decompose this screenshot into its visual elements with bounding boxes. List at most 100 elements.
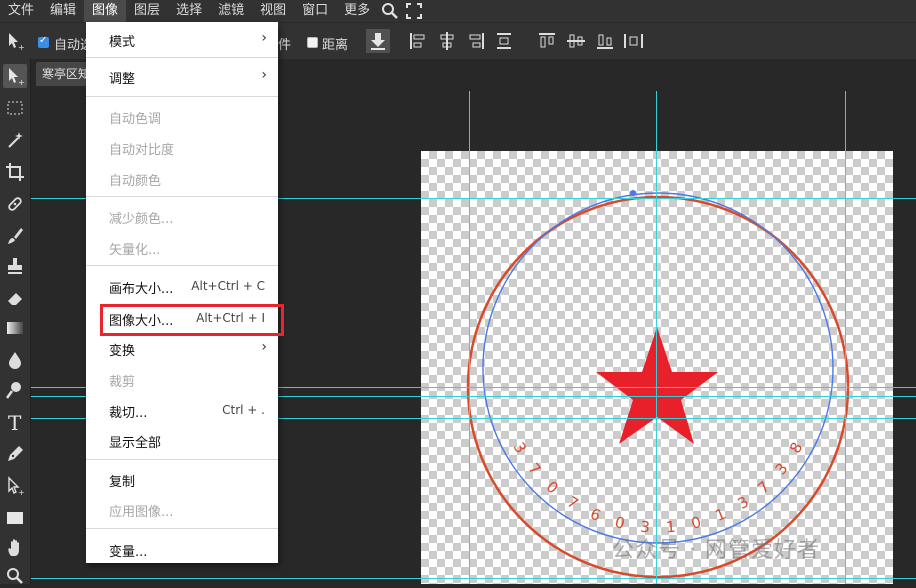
seal-star [596, 327, 718, 444]
move-tool-icon[interactable]: + [3, 64, 27, 88]
menu-view[interactable]: 视图 [252, 0, 294, 22]
distribute-v-icon[interactable] [494, 31, 514, 51]
align-middle-v-icon[interactable] [566, 31, 586, 51]
menu-item-label: 自动对比度 [109, 143, 175, 158]
path-selection-tool-icon[interactable]: + [3, 474, 27, 498]
menu-filter[interactable]: 滤镜 [210, 0, 252, 22]
distance-label: 距离 [322, 38, 349, 53]
stamp-tool-icon[interactable] [3, 254, 27, 278]
menu-item-label: 变换 [109, 344, 136, 359]
seal-digit: 3 [772, 459, 792, 478]
chevron-right-icon: › [261, 339, 267, 355]
seal-digit: 0 [689, 513, 703, 533]
chevron-right-icon: › [261, 67, 267, 83]
align-top-icon[interactable] [537, 31, 557, 51]
stamp-artwork: 37076 0 3 1 0 13738 [466, 190, 850, 579]
menu-divider [86, 459, 278, 460]
menu-item-label: 应用图像... [109, 505, 174, 520]
crop-tool-icon[interactable] [3, 160, 27, 184]
brush-tool-icon[interactable] [3, 224, 27, 248]
menu-item-reveal-all[interactable]: 显示全部 [86, 428, 278, 454]
menu-item-label: 变量... [109, 545, 148, 560]
menu-item-label: 矢量化... [109, 243, 161, 258]
menu-item-vectorize[interactable]: 矢量化... [86, 235, 278, 261]
type-tool-icon[interactable]: T [3, 410, 27, 434]
document-canvas[interactable]: 37076031013738 [421, 151, 893, 584]
menu-item-auto-color[interactable]: 自动颜色 [86, 166, 278, 192]
svg-text:+: + [18, 488, 25, 496]
move-tool-preset-icon[interactable]: + [3, 29, 27, 53]
distance-checkbox[interactable] [307, 37, 318, 48]
menu-more[interactable]: 更多 [336, 0, 378, 22]
distribute-h-icon[interactable] [623, 31, 643, 51]
menu-file[interactable]: 文件 [0, 0, 42, 22]
menu-item-label: 自动颜色 [109, 174, 162, 189]
menu-window[interactable]: 窗口 [294, 0, 336, 22]
vertical-guide[interactable] [469, 91, 470, 584]
menu-item-auto-tone[interactable]: 自动色调 [86, 104, 278, 130]
menu-item-shortcut: Ctrl + . [222, 403, 265, 417]
menu-item-variables[interactable]: 变量... [86, 537, 278, 563]
dodge-tool-icon[interactable] [3, 378, 27, 402]
menu-item-duplicate[interactable]: 复制 [86, 467, 278, 493]
gradient-tool-icon[interactable] [3, 316, 27, 340]
menu-item-apply-image[interactable]: 应用图像... [86, 497, 278, 523]
healing-brush-tool-icon[interactable] [3, 192, 27, 216]
menu-item-label: 显示全部 [109, 436, 162, 451]
menu-item-adjustments[interactable]: 调整 › [86, 64, 278, 90]
magic-wand-tool-icon[interactable] [3, 128, 27, 152]
menu-item-label: 裁剪 [109, 375, 136, 390]
menu-image[interactable]: 图像 [84, 0, 127, 22]
menu-item-mode[interactable]: 模式 › [86, 27, 278, 53]
seal-digit: 8 [786, 439, 806, 456]
hand-tool-icon[interactable] [3, 536, 27, 560]
menu-item-label: 裁切... [109, 406, 148, 421]
zoom-tool-icon[interactable] [3, 564, 27, 588]
align-bottom-icon[interactable] [595, 31, 615, 51]
menu-bar: 文件 编辑 图像 图层 选择 滤镜 视图 窗口 更多 [0, 0, 916, 22]
menu-item-label: 模式 [109, 35, 136, 50]
menu-item-reduce-colors[interactable]: 减少颜色... [86, 204, 278, 230]
menu-edit[interactable]: 编辑 [42, 0, 84, 22]
svg-text:T: T [8, 412, 22, 432]
document-tab[interactable]: 寒亭区知 [36, 62, 92, 86]
rectangle-tool-icon[interactable] [3, 506, 27, 530]
align-center-h-icon[interactable] [437, 31, 457, 51]
eraser-tool-icon[interactable] [3, 286, 27, 310]
seal-digit: 7 [564, 493, 582, 513]
pen-tool-icon[interactable] [3, 442, 27, 466]
menu-divider [86, 57, 278, 58]
menu-item-transform[interactable]: 变换 › [86, 336, 278, 362]
show-transform-label: 件 [278, 38, 292, 53]
menu-item-label: 减少颜色... [109, 212, 174, 227]
horizontal-guide[interactable] [31, 578, 916, 579]
align-right-icon[interactable] [466, 31, 486, 51]
fullscreen-icon[interactable] [402, 0, 426, 22]
svg-text:+: + [18, 78, 25, 86]
download-icon[interactable] [366, 29, 390, 53]
menu-item-label: 调整 [109, 72, 136, 87]
menu-item-canvas-size[interactable]: 画布大小... Alt+Ctrl + C [86, 274, 278, 300]
marquee-tool-icon[interactable] [3, 96, 27, 120]
highlight-annotation-box [100, 304, 284, 336]
search-icon[interactable] [378, 0, 402, 22]
chevron-right-icon: › [261, 30, 267, 46]
menu-select[interactable]: 选择 [168, 0, 210, 22]
align-left-icon[interactable] [408, 31, 428, 51]
blur-tool-icon[interactable] [3, 348, 27, 372]
seal-digit-ring: 37076 0 3 1 0 13738 [510, 439, 807, 536]
auto-select-checkbox[interactable] [38, 35, 49, 48]
menu-item-auto-contrast[interactable]: 自动对比度 [86, 135, 278, 161]
seal-digit: 1 [713, 505, 729, 525]
menu-item-label: 自动色调 [109, 112, 162, 127]
seal-digit: 6 [588, 505, 604, 525]
vertical-guide[interactable] [656, 91, 657, 584]
watermark-text: 公众号 · 网管爱好者 [612, 538, 820, 563]
menu-item-crop[interactable]: 裁剪 [86, 367, 278, 393]
menu-layer[interactable]: 图层 [126, 0, 168, 22]
menu-item-trim[interactable]: 裁切... Ctrl + . [86, 398, 278, 424]
path-anchor-point [630, 190, 636, 196]
menu-divider [86, 265, 278, 266]
vertical-guide[interactable] [845, 91, 846, 584]
seal-digit: 0 [543, 478, 562, 498]
